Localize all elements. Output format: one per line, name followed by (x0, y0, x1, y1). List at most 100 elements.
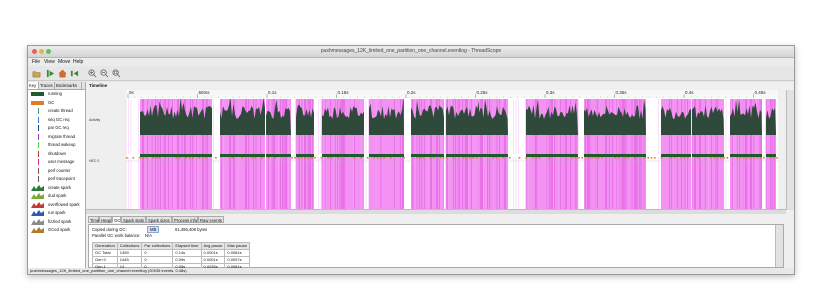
tab-process-info[interactable]: Process info (172, 216, 198, 223)
gc-table-row[interactable]: GC Total 1459 0 0.14s 0.0001s 0.0081s (92, 249, 250, 257)
key-item: GCed spark (28, 226, 85, 234)
hec-running-bar (526, 154, 578, 157)
timeline-chart[interactable]: 0s 50ms 0.1s 0.15s 0.2s 0.25s 0.3s 0.35s 0.4s 0.4… (86, 90, 794, 214)
key-swatch (38, 116, 39, 123)
hec-gc-marker (251, 157, 253, 159)
back-icon[interactable] (70, 69, 79, 78)
hec-gc-marker (627, 157, 630, 159)
hec-gc-marker (749, 157, 752, 159)
gc-stats-area: Copied during GC: MB 61,496,408 bytes Pa… (88, 224, 784, 271)
key-item: dud spark (28, 192, 85, 200)
home-icon[interactable] (58, 69, 67, 78)
hec-gc-marker (624, 157, 626, 159)
hec-running-bar (479, 154, 508, 157)
hec-gc-marker (601, 157, 603, 159)
zoom-in-icon[interactable] (88, 69, 97, 78)
tab-bookmarks[interactable]: Bookmarks (55, 82, 82, 89)
gc-cell: 1459 (116, 249, 143, 257)
hec-gc-marker (152, 157, 154, 159)
hec-gc-marker (475, 157, 478, 159)
key-swatch (31, 193, 44, 199)
gc-column-header[interactable]: Avg pause (200, 242, 226, 250)
hec-gc-marker (307, 157, 310, 159)
key-label: create spark (48, 184, 72, 190)
zoom-fit-icon[interactable] (112, 69, 121, 78)
unit-selector[interactable]: MB (147, 226, 160, 233)
tab-spark-sizes[interactable]: Spark sizes (146, 216, 172, 223)
hec-gc-marker (776, 157, 778, 159)
hec-gc-marker (644, 157, 646, 159)
key-label: GC (48, 99, 55, 105)
hec-running-bar (584, 154, 646, 157)
hec-gc-marker (634, 157, 636, 159)
gc-cell: 1445 (116, 256, 143, 264)
timeline-panel: Timeline 0s 50ms 0.1s 0.15s 0.2s 0.25s 0.3s 0.3… (86, 82, 794, 271)
hec-gc-marker (452, 157, 455, 159)
timeline-vscrollbar[interactable] (786, 90, 794, 210)
hec-gc-marker (314, 157, 316, 159)
key-label: par GC req (48, 125, 69, 130)
tab-key[interactable]: Key (28, 82, 39, 89)
gc-table-row[interactable]: Gen 0 1445 0 0.09s 0.0001s 0.0007s (92, 256, 250, 264)
menu-help[interactable]: Help (73, 59, 83, 65)
key-item: migrate thread (28, 133, 85, 141)
hec-gc-marker (231, 157, 234, 159)
hec-gc-marker (746, 157, 748, 159)
gc-column-header[interactable]: Elapsed time (172, 242, 202, 250)
tab-traces[interactable]: Traces (39, 82, 55, 89)
hec-gc-marker (574, 157, 577, 159)
hec-running-bar (266, 154, 291, 157)
gc-column-header[interactable]: Par collections (141, 242, 174, 250)
run-icon[interactable] (46, 69, 55, 78)
hec-gc-marker (376, 157, 379, 159)
hec-gc-marker (423, 157, 425, 159)
menu-view[interactable]: View (44, 59, 55, 65)
key-item: overflowed spark (28, 201, 85, 209)
hec-gc-marker (571, 157, 574, 159)
menu-move[interactable]: Move (58, 59, 70, 65)
ruler-tick-label: 0.4s (685, 90, 694, 95)
key-swatch (38, 176, 39, 182)
hec-gc-marker (327, 157, 329, 159)
hec-gc-marker (578, 157, 580, 159)
gc-column-header[interactable]: Collections (116, 242, 143, 250)
hec-gc-marker (188, 157, 191, 159)
gc-column-header[interactable]: Max pause (224, 242, 250, 250)
tab-raw-events[interactable]: Raw events (198, 216, 224, 223)
hec-gc-marker (723, 157, 725, 159)
hec-gc-marker (772, 157, 775, 159)
key-item: run spark (28, 209, 85, 217)
open-folder-icon[interactable] (32, 69, 41, 78)
key-label: migrate thread (48, 133, 75, 139)
key-swatch (38, 167, 39, 174)
hec-gc-marker (215, 157, 217, 159)
hec-gc-marker (175, 157, 178, 159)
hec-gc-marker (310, 157, 313, 159)
gc-cell: Gen 0 (92, 256, 118, 264)
key-swatch (38, 159, 39, 165)
gc-scrollbar[interactable] (775, 225, 783, 267)
tab-time[interactable]: Time (88, 216, 99, 223)
gc-column-header[interactable]: Generation (92, 242, 118, 250)
hec-gc-marker (383, 157, 385, 159)
hec-gc-marker (198, 157, 201, 159)
hec-gc-marker (294, 157, 296, 159)
tab-spark-stats[interactable]: Spark stats (121, 216, 146, 223)
toolbar (28, 67, 794, 81)
hec-gc-marker (535, 157, 537, 159)
hec-gc-marker (360, 157, 362, 159)
ruler-tick-label: 0.15s (338, 90, 350, 95)
hec-running-bar (411, 154, 444, 157)
window-title: pushmessages_12K_limited_one_partition_o… (320, 48, 502, 54)
tab-heap[interactable]: Heap (99, 216, 112, 223)
hec-running-bar (730, 154, 762, 157)
tab-gc[interactable]: GC (112, 216, 121, 223)
key-item: shutdown (28, 150, 85, 158)
zoom-out-icon[interactable] (100, 69, 109, 78)
menu-file[interactable]: File (32, 59, 40, 65)
timeline-header: Timeline (89, 83, 108, 88)
hec-running-bar (322, 154, 364, 157)
hec-gc-marker (502, 157, 504, 159)
key-panel: Key Traces Bookmarks running GC create thr… (28, 82, 86, 268)
ruler-bg (126, 90, 778, 98)
